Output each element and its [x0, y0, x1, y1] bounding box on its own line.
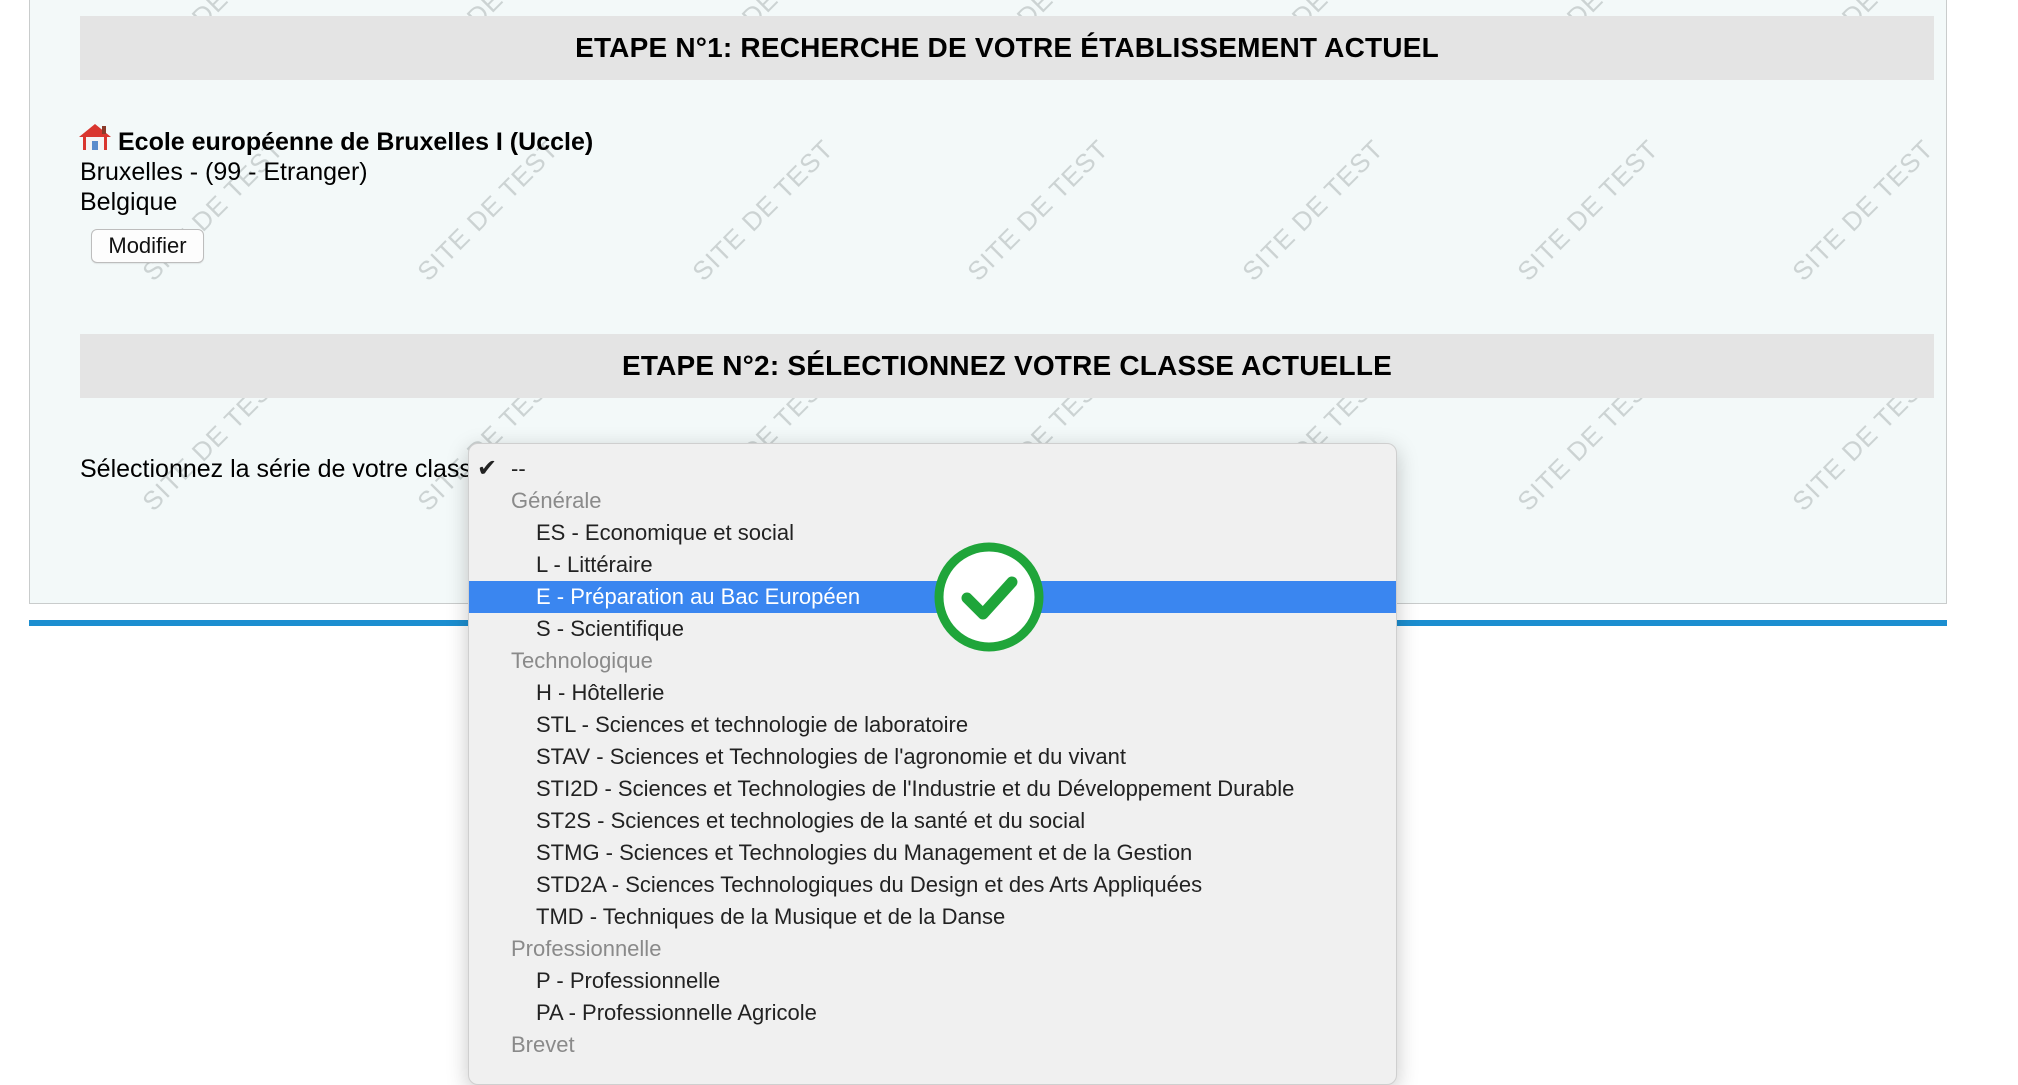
- option-label: L - Littéraire: [536, 552, 653, 577]
- dropdown-option[interactable]: PA - Professionnelle Agricole: [469, 997, 1396, 1029]
- option-label: Brevet: [511, 1032, 575, 1057]
- step2-header: ETAPE N°2: SÉLECTIONNEZ VOTRE CLASSE ACT…: [80, 334, 1934, 398]
- option-label: ES - Economique et social: [536, 520, 795, 545]
- dropdown-option[interactable]: S - Scientifique: [469, 613, 1396, 645]
- option-group-label: Professionnelle: [469, 933, 1396, 965]
- dropdown-option[interactable]: E - Préparation au Bac Européen: [469, 581, 1396, 613]
- option-group-label: Brevet: [469, 1029, 1396, 1061]
- dropdown-option[interactable]: STMG - Sciences et Technologies du Manag…: [469, 837, 1396, 869]
- step1-header: ETAPE N°1: RECHERCHE DE VOTRE ÉTABLISSEM…: [80, 16, 1934, 80]
- option-label: STMG - Sciences et Technologies du Manag…: [536, 840, 1193, 865]
- series-dropdown-menu[interactable]: -- ✔ Générale ES - Economique et social L - …: [468, 443, 1397, 1085]
- watermark-text: SITE DE TEST: [1236, 133, 1390, 287]
- dropdown-option[interactable]: TMD - Techniques de la Musique et de la …: [469, 901, 1396, 933]
- dropdown-option[interactable]: STL - Sciences et technologie de laborat…: [469, 709, 1396, 741]
- watermark-text: SITE DE TEST: [1511, 133, 1665, 287]
- school-city: Bruxelles - (99 - Etranger): [80, 158, 368, 186]
- modify-button[interactable]: Modifier: [91, 229, 204, 263]
- option-label: S - Scientifique: [536, 616, 684, 641]
- option-group-label: Technologique: [469, 645, 1396, 677]
- option-group-label: Générale: [469, 485, 1396, 517]
- dropdown-option[interactable]: ES - Economique et social: [469, 517, 1396, 549]
- watermark-text: SITE DE TEST: [686, 133, 840, 287]
- green-check-circle-icon: [934, 542, 1044, 652]
- dropdown-option[interactable]: L - Littéraire: [469, 549, 1396, 581]
- option-label: Professionnelle: [511, 936, 662, 961]
- checkmark-icon: ✔: [477, 455, 498, 482]
- series-select-label: Sélectionnez la série de votre classe:: [80, 455, 493, 483]
- watermark-text: SITE DE TEST: [961, 133, 1115, 287]
- school-country: Belgique: [80, 188, 178, 216]
- house-icon: [79, 124, 111, 150]
- option-label: STD2A - Sciences Technologiques du Desig…: [536, 872, 1203, 897]
- option-label: Générale: [511, 488, 602, 513]
- dropdown-option[interactable]: STI2D - Sciences et Technologies de l'In…: [469, 773, 1396, 805]
- option-label: STAV - Sciences et Technologies de l'agr…: [536, 744, 1126, 769]
- option-label: Technologique: [511, 648, 653, 673]
- option-label: E - Préparation au Bac Européen: [536, 584, 861, 609]
- dropdown-option[interactable]: ST2S - Sciences et technologies de la sa…: [469, 805, 1396, 837]
- option-label: PA - Professionnelle Agricole: [536, 1000, 817, 1025]
- dropdown-option[interactable]: STAV - Sciences et Technologies de l'agr…: [469, 741, 1396, 773]
- option-label: H - Hôtellerie: [536, 680, 665, 705]
- option-label: P - Professionnelle: [536, 968, 721, 993]
- option-label: TMD - Techniques de la Musique et de la …: [536, 904, 1006, 929]
- dropdown-option[interactable]: STD2A - Sciences Technologiques du Desig…: [469, 869, 1396, 901]
- dropdown-option[interactable]: P - Professionnelle: [469, 965, 1396, 997]
- option-label: ST2S - Sciences et technologies de la sa…: [536, 808, 1086, 833]
- dropdown-option[interactable]: H - Hôtellerie: [469, 677, 1396, 709]
- option-label: STI2D - Sciences et Technologies de l'In…: [536, 776, 1295, 801]
- school-name: Ecole européenne de Bruxelles I (Uccle): [118, 128, 594, 156]
- watermark-text: SITE DE TEST: [1786, 133, 1940, 287]
- dropdown-option[interactable]: -- ✔: [469, 453, 1396, 485]
- option-label: --: [511, 456, 526, 481]
- option-label: STL - Sciences et technologie de laborat…: [536, 712, 969, 737]
